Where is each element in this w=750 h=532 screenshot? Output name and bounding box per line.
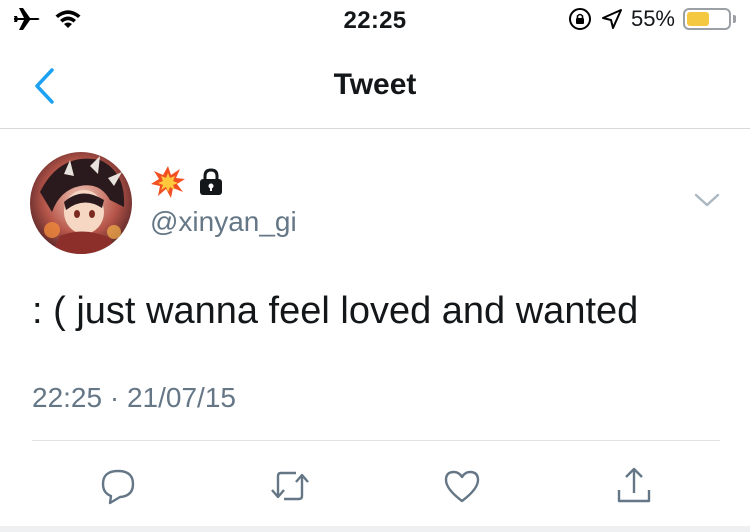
battery-icon [683, 8, 736, 30]
tweet-date: 21/07/15 [126, 382, 236, 413]
meta-separator: · [109, 382, 120, 413]
tweet-timestamp: 22:25 · 21/07/15 [32, 382, 236, 414]
battery-fill [687, 12, 709, 26]
tweet-time: 22:25 [32, 382, 103, 413]
battery-percent: 55% [630, 6, 675, 31]
retweet-button[interactable] [262, 458, 318, 514]
location-icon [601, 8, 623, 30]
status-bar: 22:25 55% [0, 0, 750, 40]
status-right: 55% [567, 6, 736, 32]
tweet-text: : ( just wanna feel loved and wanted [32, 290, 639, 332]
lock-icon [198, 167, 224, 197]
tweet-detail: @xinyan_gi : ( just wanna feel loved and… [0, 128, 750, 532]
page-title: Tweet [333, 68, 417, 101]
collision-emoji-icon [150, 165, 186, 199]
like-icon [442, 467, 482, 505]
share-icon [614, 466, 654, 506]
section-separator [0, 526, 750, 532]
orientation-lock-icon [567, 6, 593, 32]
like-button[interactable] [434, 458, 490, 514]
divider [32, 440, 720, 441]
reply-icon [98, 466, 138, 506]
reply-button[interactable] [90, 458, 146, 514]
avatar[interactable] [30, 152, 132, 254]
share-button[interactable] [606, 458, 662, 514]
more-options-button[interactable] [692, 190, 722, 210]
chevron-down-icon [692, 190, 722, 210]
battery-body [683, 8, 731, 30]
retweet-icon [268, 466, 312, 506]
battery-cap [733, 15, 736, 23]
nav-bar: Tweet [0, 42, 750, 129]
display-name [150, 164, 224, 200]
user-handle[interactable]: @xinyan_gi [150, 206, 297, 238]
tweet-actions [0, 458, 750, 518]
